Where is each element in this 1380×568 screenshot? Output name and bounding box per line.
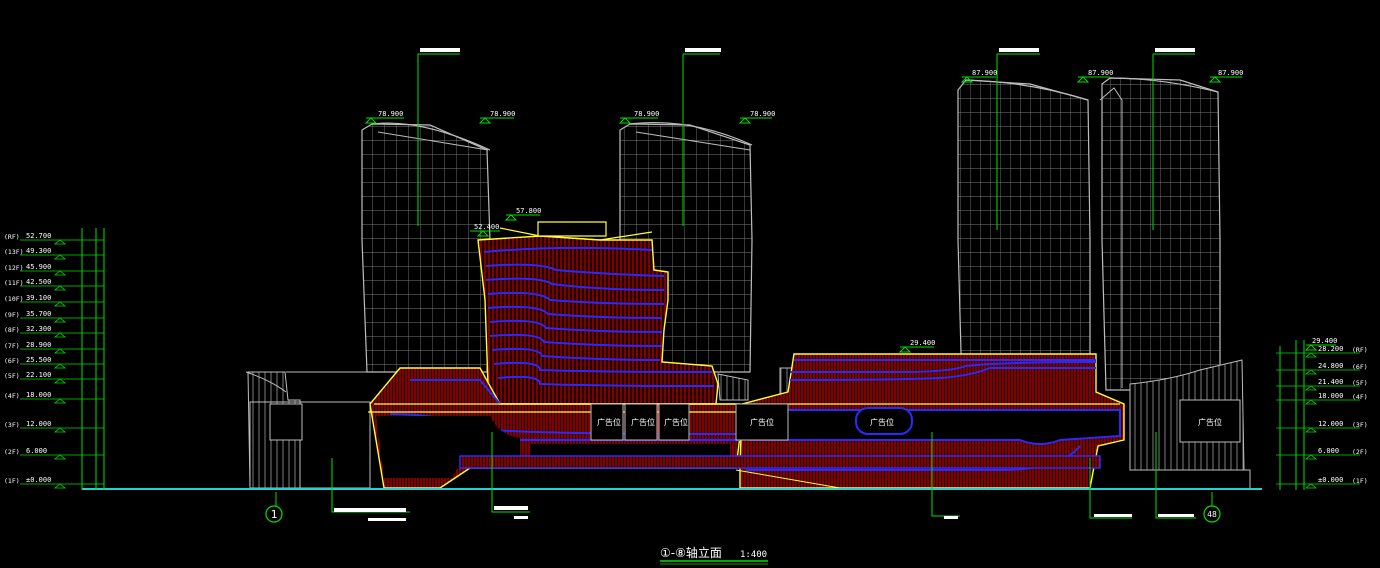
drawing-scale: 1:400: [740, 550, 767, 560]
shop-label: 广告位: [631, 417, 655, 427]
shop-label: 广告位: [1198, 417, 1222, 427]
level-marker: 28.200 (RF): [1276, 345, 1368, 358]
level-floor: (13F): [4, 248, 24, 256]
level-floor: (10F): [4, 295, 24, 303]
level-elevation: 18.000: [1318, 392, 1343, 400]
grid-marker-right: 48: [1203, 505, 1221, 523]
level-floor: (RF): [1352, 346, 1368, 354]
level-elevation: 21.400: [1318, 378, 1343, 386]
level-elevation: 28.900: [26, 341, 51, 349]
level-floor: (12F): [4, 264, 24, 272]
level-elevation: 22.100: [26, 371, 51, 379]
shop-label: 广告位: [870, 417, 894, 427]
elev-value: 57.800: [516, 207, 541, 215]
level-marker: (12F) 45.900: [4, 263, 104, 276]
elev-value: 87.900: [1218, 69, 1243, 77]
elev-mark: 78.900: [478, 110, 515, 124]
level-floor: (1F): [4, 477, 20, 485]
elev-value: 78.900: [490, 110, 515, 118]
level-elevation: 32.300: [26, 325, 51, 333]
level-marker: (1F) ±0.000: [4, 476, 104, 489]
level-marker: ±0.000 (1F): [1276, 476, 1368, 489]
level-floor: (3F): [1352, 421, 1368, 429]
level-elevation: 12.000: [1318, 420, 1343, 428]
level-marker: (8F) 32.300: [4, 325, 104, 338]
level-elevation: 6.000: [1318, 447, 1339, 455]
level-elevation: 52.700: [26, 232, 51, 240]
elev-mark: 78.900: [364, 110, 404, 124]
level-floor: (8F): [4, 326, 20, 334]
level-elevation: 39.100: [26, 294, 51, 302]
elev-value: 78.900: [750, 110, 775, 118]
level-floor: (2F): [4, 448, 20, 456]
level-marker: (11F) 42.500: [4, 278, 104, 291]
level-elevation: 35.700: [26, 310, 51, 318]
level-elevation: ±0.000: [26, 476, 51, 484]
level-floor: (5F): [1352, 379, 1368, 387]
level-floor: (1F): [1352, 477, 1368, 485]
level-floor: (6F): [4, 357, 20, 365]
level-marker: (7F) 28.900: [4, 341, 104, 354]
shop-label: 广告位: [750, 417, 774, 427]
level-elevation: 6.000: [26, 447, 47, 455]
level-marker: (RF) 52.700: [4, 232, 104, 245]
level-marker: 18.000 (4F): [1276, 392, 1368, 405]
level-floor: (6F): [1352, 363, 1368, 371]
level-elevation: 45.900: [26, 263, 51, 271]
shop-label: 广告位: [664, 417, 688, 427]
grid-marker-left: 1: [265, 505, 283, 523]
grid-label-right: 48: [1207, 510, 1217, 519]
elev-mark: 57.800: [504, 207, 541, 221]
elev-mark: 29.400: [898, 339, 935, 353]
elev-mark: 87.900: [1208, 69, 1243, 83]
level-elevation: ±0.000: [1318, 476, 1343, 484]
level-marker: (4F) 18.000: [4, 391, 104, 404]
level-elevation: 49.300: [26, 247, 51, 255]
elev-value: 78.900: [378, 110, 403, 118]
elevation-drawing: 广告位 广告位 广告位 广告位 广告位 广告位 1 48 78.900 78.9…: [4, 48, 1368, 565]
level-marker: (13F) 49.300: [4, 247, 104, 260]
level-marker: 6.000 (2F): [1276, 447, 1368, 460]
elev-value: 78.900: [634, 110, 659, 118]
elev-value: 87.900: [972, 69, 997, 77]
level-marker: (5F) 22.100: [4, 371, 104, 384]
level-floor: (9F): [4, 311, 20, 319]
level-floor: (11F): [4, 279, 24, 287]
level-floor: (7F): [4, 342, 20, 350]
elev-mark: 78.900: [738, 110, 775, 124]
level-marker: 21.400 (5F): [1276, 378, 1368, 391]
level-marker: 24.800 (6F): [1276, 362, 1368, 375]
level-marker: (3F) 12.000: [4, 420, 104, 433]
tower-left: [361, 122, 491, 373]
level-floor: (4F): [1352, 393, 1368, 401]
level-floor: (2F): [1352, 448, 1368, 456]
level-marker: (6F) 25.500: [4, 356, 104, 369]
level-floor: (4F): [4, 392, 20, 400]
elev-value: 87.900: [1088, 69, 1113, 77]
level-floor: (3F): [4, 421, 20, 429]
elev-value: 29.400: [910, 339, 935, 347]
level-marker: (10F) 39.100: [4, 294, 104, 307]
level-marker: 12.000 (3F): [1276, 420, 1368, 433]
drawing-title: ①-⑧轴立面: [660, 545, 722, 560]
left-level-legend: (RF) 52.700(13F) 49.300(12F) 45.900(11F) 42.…: [4, 228, 105, 490]
drawing-title-block: ①-⑧轴立面 1:400: [660, 545, 768, 565]
level-floor: (RF): [4, 233, 20, 241]
right-level-legend: 29.400 28.200 (RF) 24.800 (6F) 21.400 (5F) 18.…: [1276, 337, 1368, 490]
level-elevation: 18.000: [26, 391, 51, 399]
shop-label: 广告位: [597, 417, 621, 427]
level-elevation: 24.800: [1318, 362, 1343, 370]
level-elevation: 12.000: [26, 420, 51, 428]
grid-label-left: 1: [271, 508, 278, 521]
level-elevation: 42.500: [26, 278, 51, 286]
level-marker: (2F) 6.000: [4, 447, 104, 460]
level-marker: (9F) 35.700: [4, 310, 104, 323]
elev-value: 29.400: [1312, 337, 1337, 345]
level-elevation: 25.500: [26, 356, 51, 364]
elev-mark: 78.900: [618, 110, 659, 124]
level-elevation: 28.200: [1318, 345, 1343, 353]
elev-value: 52.400: [474, 223, 499, 231]
level-floor: (5F): [4, 372, 20, 380]
